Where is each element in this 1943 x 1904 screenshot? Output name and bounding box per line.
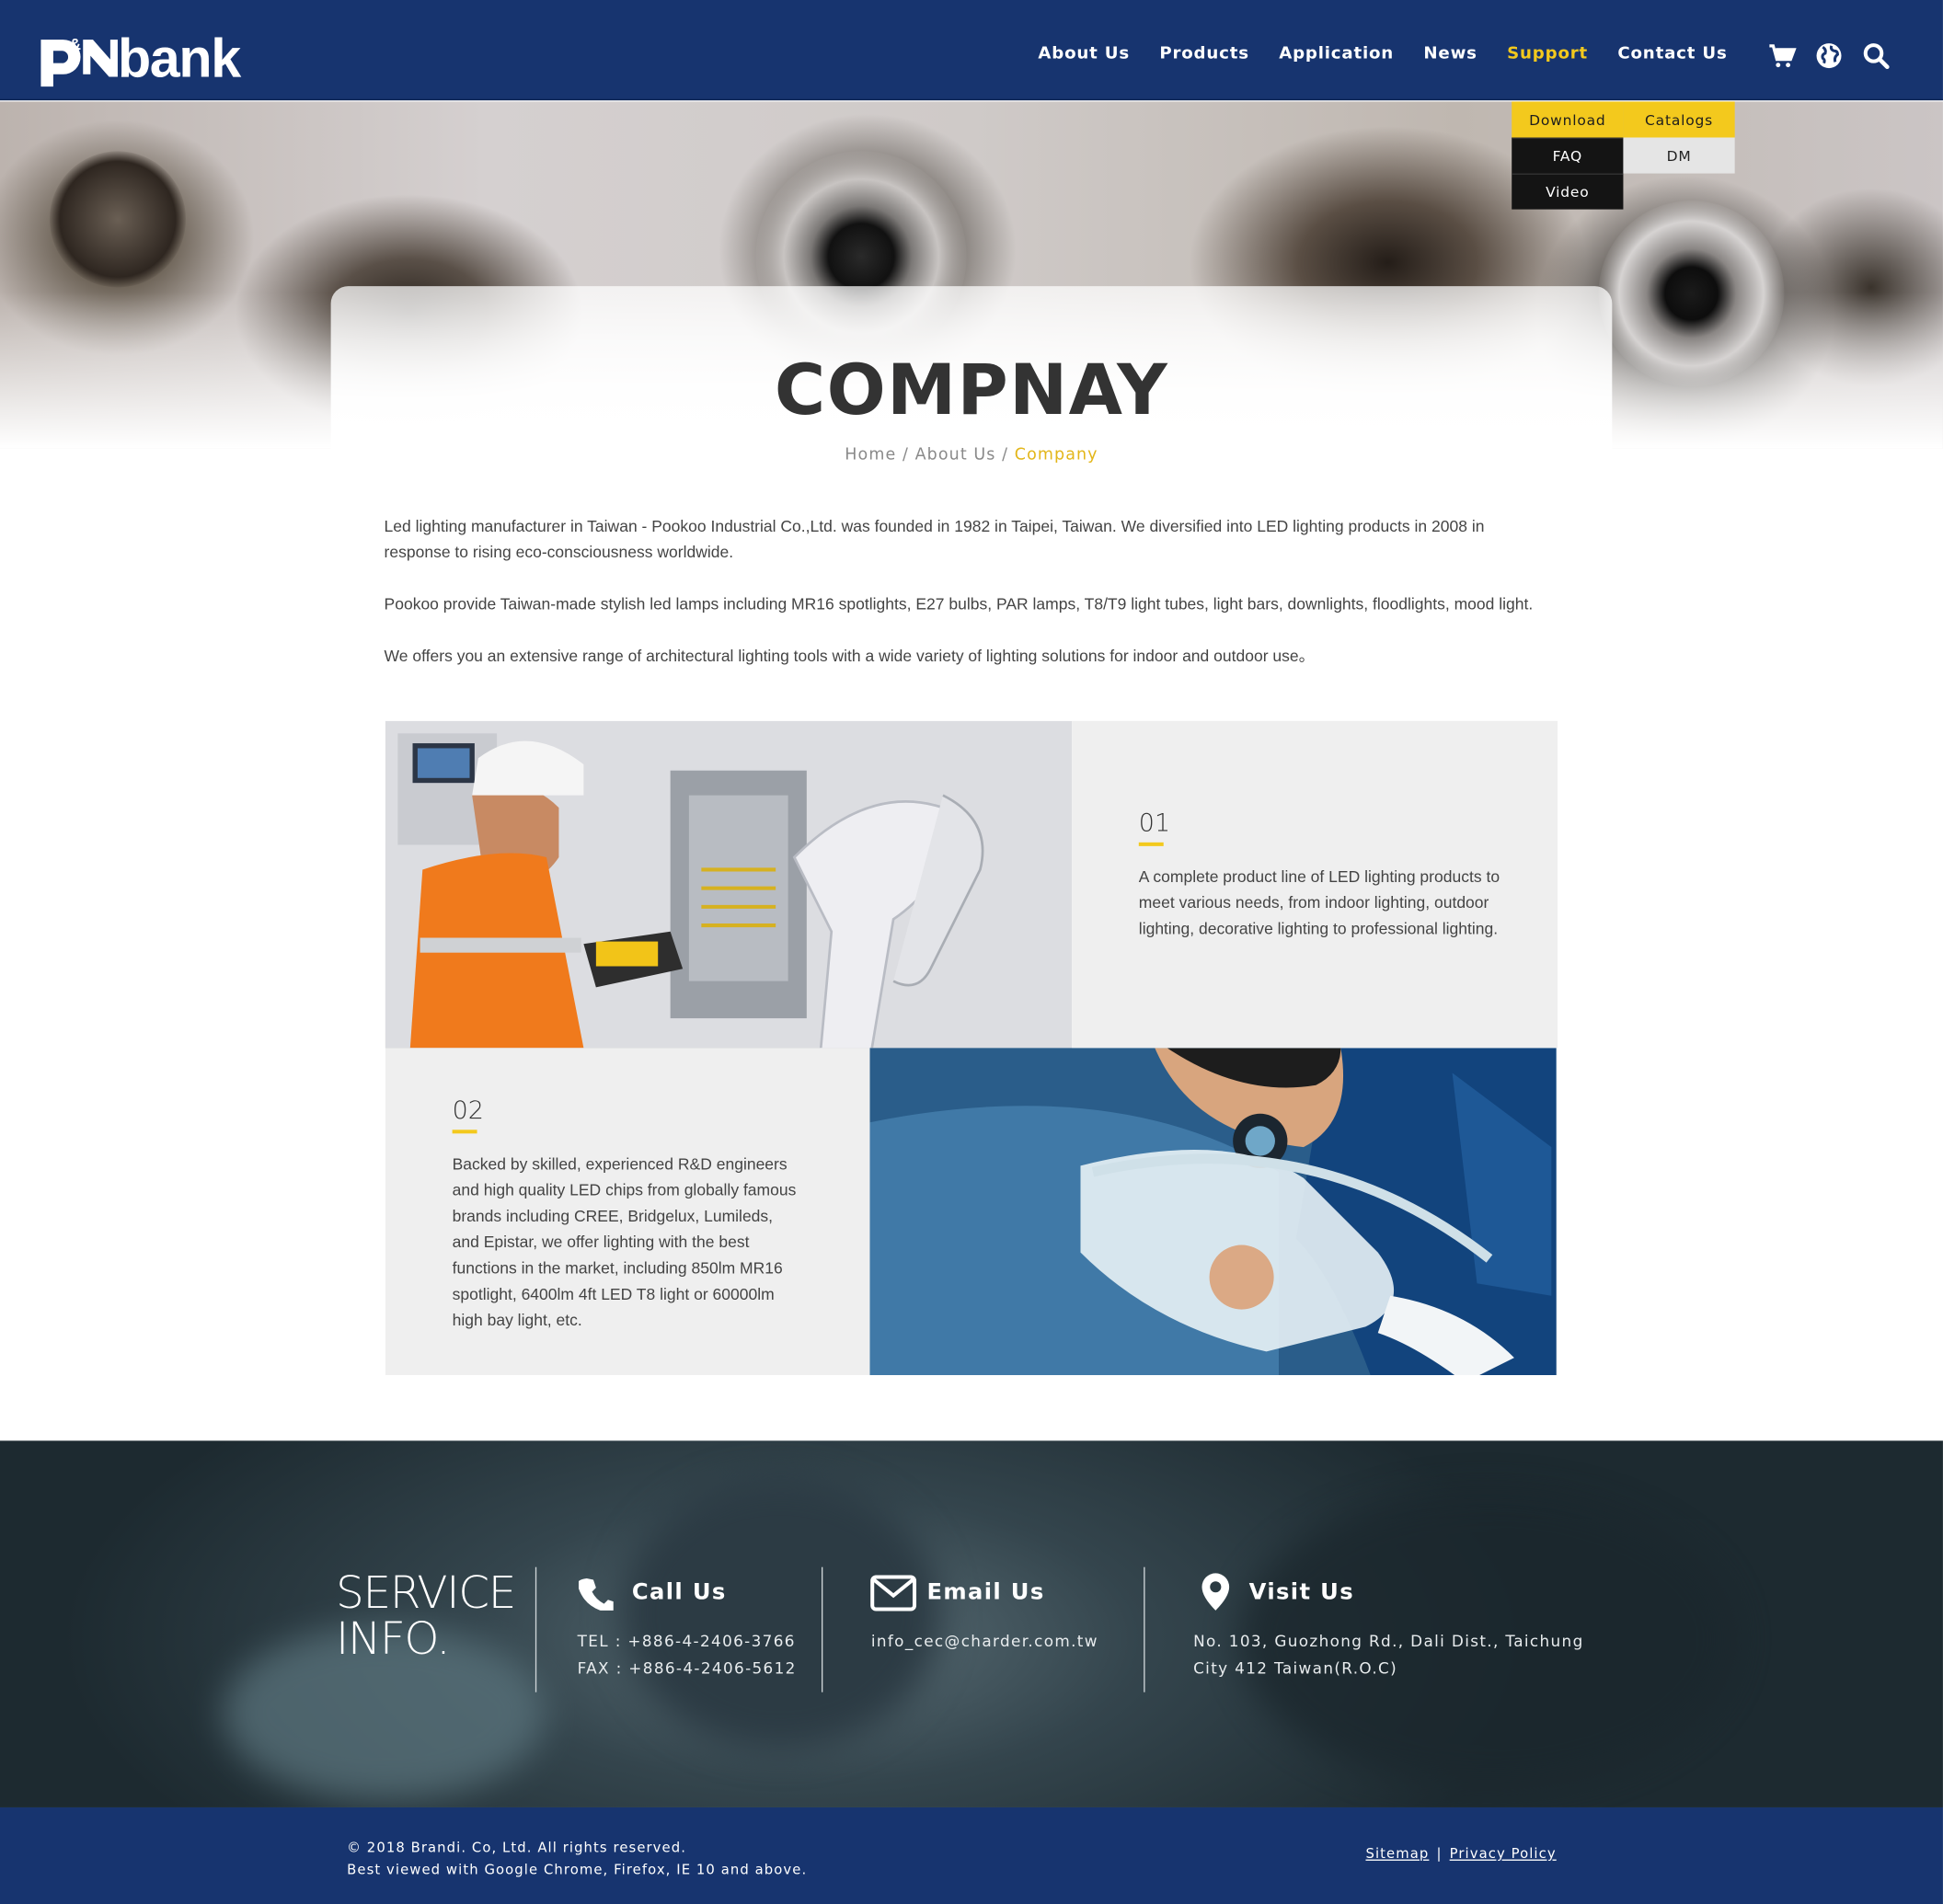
- page-root: & bank About Us Products Application New…: [0, 0, 1943, 1904]
- globe-icon[interactable]: [1814, 40, 1844, 70]
- nav-application[interactable]: Application: [1279, 43, 1394, 63]
- breadcrumb-sep: /: [995, 445, 1015, 465]
- logo[interactable]: & bank: [36, 17, 241, 89]
- phone-icon: [577, 1576, 618, 1616]
- logo-text: bank: [117, 28, 241, 89]
- nav-news[interactable]: News: [1423, 43, 1477, 63]
- feature-underline: [1138, 842, 1164, 846]
- feature-text: A complete product line of LED lighting …: [1138, 866, 1500, 938]
- feature-number: 01: [1138, 808, 1171, 838]
- intro-paragraph: Led lighting manufacturer in Taiwan - Po…: [384, 516, 1485, 562]
- menu-item-faq[interactable]: FAQ: [1512, 137, 1624, 174]
- breadcrumb-current: Company: [1014, 445, 1098, 465]
- microscope-engineer-photo: [869, 1048, 1557, 1375]
- service-heading-line: INFO.: [336, 1613, 451, 1666]
- visit-us-title: Visit Us: [1248, 1579, 1354, 1606]
- service-info-footer: SERVICE INFO. Call Us TEL : +886-4-2406-…: [0, 1440, 1943, 1807]
- call-us-details: TEL : +886-4-2406-3766 FAX : +886-4-2406…: [578, 1628, 797, 1682]
- site-header: & bank About Us Products Application New…: [0, 0, 1943, 101]
- email-us-title: Email Us: [926, 1579, 1045, 1606]
- divider: [535, 1566, 537, 1692]
- nav-contact-us[interactable]: Contact Us: [1617, 43, 1727, 63]
- copyright-text: © 2018 Brandi. Co, Ltd. All rights reser…: [347, 1837, 807, 1881]
- nav-products[interactable]: Products: [1159, 43, 1249, 63]
- breadcrumb: Home / About Us / Company: [0, 446, 1943, 465]
- visit-address: No. 103, Guozhong Rd., Dali Dist., Taich…: [1193, 1628, 1584, 1682]
- sitemap-link[interactable]: Sitemap: [1365, 1846, 1429, 1863]
- feature-underline: [452, 1130, 477, 1134]
- email-address[interactable]: info_cec@charder.com.tw: [871, 1628, 1098, 1656]
- breadcrumb-home[interactable]: Home: [845, 446, 896, 465]
- intro-text: Led lighting manufacturer in Taiwan - Po…: [385, 513, 1549, 695]
- copyright-line: © 2018 Brandi. Co, Ltd. All rights reser…: [347, 1839, 686, 1856]
- fax-number: FAX : +886-4-2406-5612: [577, 1658, 797, 1678]
- cart-icon[interactable]: [1767, 40, 1797, 70]
- engineer-robot-photo: [385, 720, 1073, 1049]
- envelope-icon: [870, 1575, 917, 1618]
- search-icon[interactable]: [1861, 40, 1891, 70]
- breadcrumb-sep: /: [896, 445, 915, 465]
- call-us-title: Call Us: [631, 1579, 727, 1606]
- breadcrumb-about-us[interactable]: About Us: [915, 446, 996, 465]
- menu-item-video[interactable]: Video: [1512, 173, 1624, 210]
- nav-support[interactable]: Support: [1507, 43, 1588, 63]
- header-icons: [1767, 40, 1891, 70]
- browser-note: Best viewed with Google Chrome, Firefox,…: [347, 1862, 808, 1878]
- intro-paragraph: We offers you an extensive range of arch…: [384, 647, 1316, 666]
- copyright-bar: © 2018 Brandi. Co, Ltd. All rights reser…: [0, 1807, 1943, 1904]
- service-heading-line: SERVICE: [336, 1568, 516, 1620]
- tel-number: TEL : +886-4-2406-3766: [577, 1631, 796, 1650]
- logo-mark: &: [40, 35, 118, 87]
- feature-number: 02: [452, 1095, 484, 1125]
- feature-text: Backed by skilled, experienced R&D engin…: [452, 1154, 797, 1330]
- footer-links: Sitemap | Privacy Policy: [1365, 1846, 1556, 1863]
- page-title: COMPNAY: [774, 350, 1169, 431]
- address-line: No. 103, Guozhong Rd., Dali Dist., Taich…: [1193, 1631, 1584, 1650]
- menu-item-download[interactable]: Download: [1512, 101, 1624, 138]
- location-pin-icon: [1201, 1572, 1230, 1618]
- address-line: City 412 Taiwan(R.O.C): [1193, 1658, 1398, 1678]
- intro-paragraph: Pookoo provide Taiwan-made stylish led l…: [384, 594, 1534, 614]
- main-nav: About Us Products Application News Suppo…: [1008, 43, 1727, 63]
- privacy-policy-link[interactable]: Privacy Policy: [1450, 1846, 1557, 1863]
- service-info-heading: SERVICE INFO.: [336, 1568, 516, 1666]
- menu-item-dm[interactable]: DM: [1623, 137, 1735, 174]
- link-separator: |: [1436, 1845, 1443, 1863]
- feature-card-01: 01 A complete product line of LED lighti…: [1072, 720, 1558, 1049]
- menu-item-catalogs[interactable]: Catalogs: [1623, 101, 1735, 138]
- nav-about-us[interactable]: About Us: [1038, 43, 1130, 63]
- svg-text:&: &: [69, 35, 81, 53]
- feature-card-02: 02 Backed by skilled, experienced R&D en…: [385, 1048, 870, 1375]
